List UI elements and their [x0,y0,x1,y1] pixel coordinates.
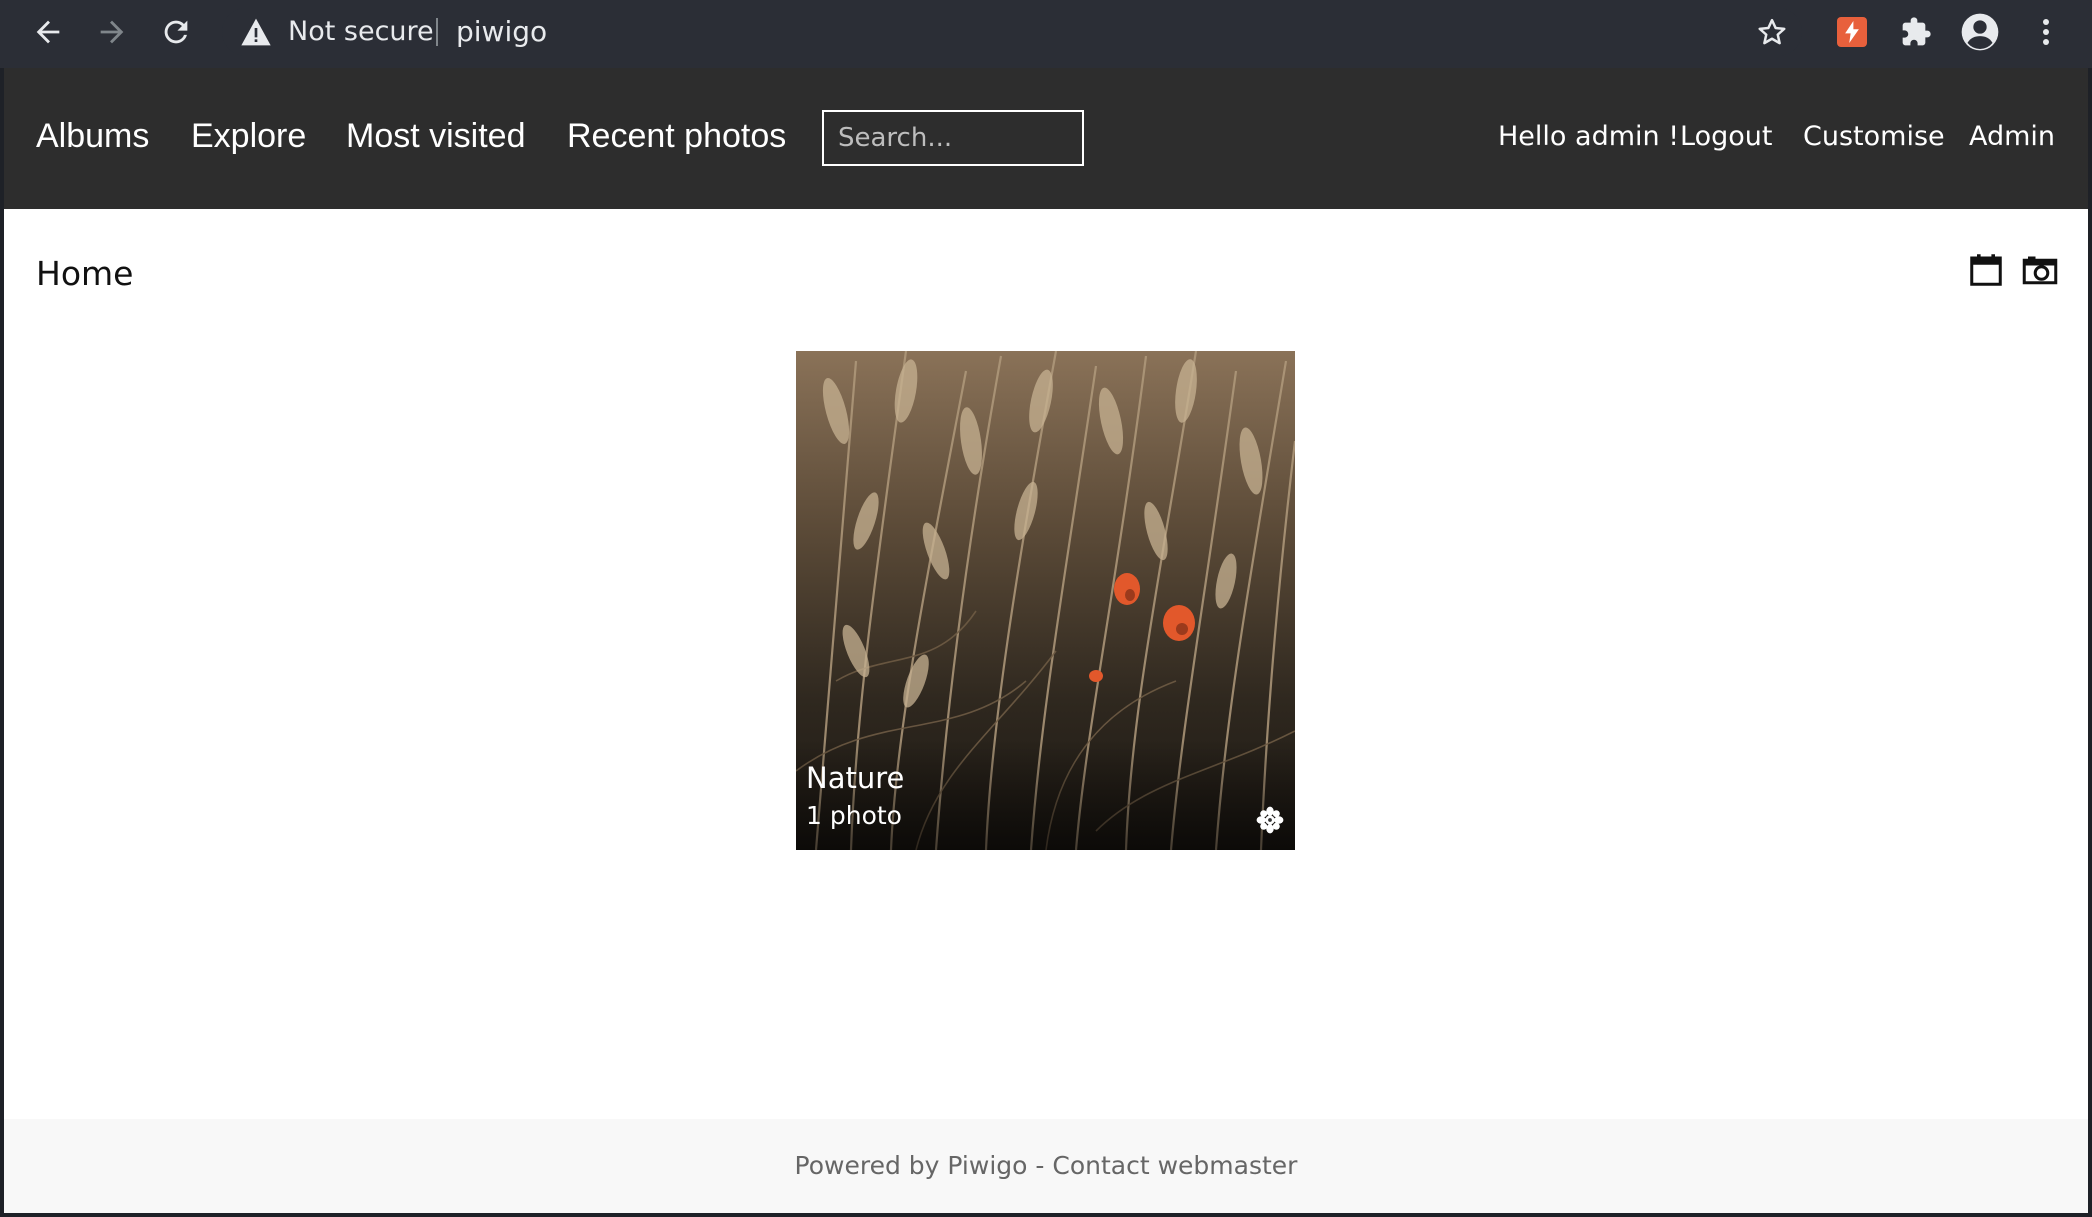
admin-link[interactable]: Admin [1969,68,2055,206]
extension-button[interactable] [1832,12,1872,52]
recent-star-icon [1256,806,1284,834]
web-page: Albums Explore Most visited Recent photo… [4,68,2088,1213]
browser-menu-button[interactable] [2026,12,2066,52]
extension-badge-icon [1837,17,1867,47]
camera-icon[interactable] [2022,252,2058,288]
warning-icon [241,18,271,46]
album-title[interactable]: Nature [806,761,904,795]
logout-link[interactable]: Logout [1680,68,1772,206]
breadcrumb-home[interactable]: Home [36,254,133,293]
album-card-nature[interactable]: Nature 1 photo [796,351,1295,850]
menu-albums[interactable]: Albums [36,68,149,204]
kebab-menu-icon [2043,19,2049,45]
footer-piwigo-link[interactable]: Piwigo [947,1151,1027,1180]
album-caption-shade [796,740,1295,850]
forward-button[interactable] [80,0,144,64]
bookmark-star-button[interactable] [1752,12,1792,52]
profile-button[interactable] [1960,12,2000,52]
browser-toolbar: Not secure piwigo [0,0,2092,68]
forward-arrow-icon [100,20,124,44]
greeting-text: Hello admin ! [1498,121,1680,152]
security-status[interactable]: Not secure [288,8,434,56]
site-header: Albums Explore Most visited Recent photo… [4,68,2088,209]
menu-most-visited[interactable]: Most visited [346,68,526,204]
reload-icon [164,20,188,44]
address-bar[interactable]: Not secure piwigo [222,8,1802,56]
extensions-menu-button[interactable] [1896,12,1936,52]
page-footer: Powered by Piwigo - Contact webmaster [4,1119,2088,1213]
contact-webmaster-link[interactable]: Contact webmaster [1052,1151,1297,1180]
reload-button[interactable] [144,0,208,64]
search-input[interactable]: Search... [822,110,1084,166]
footer-separator: - [1027,1151,1053,1180]
url-text[interactable]: piwigo [456,8,547,56]
back-button[interactable] [16,0,80,64]
album-photo-count: 1 photo [806,801,902,830]
back-arrow-icon [36,20,60,44]
menu-recent-photos[interactable]: Recent photos [567,68,786,204]
star-icon [1758,18,1786,45]
menu-explore[interactable]: Explore [191,68,306,204]
calendar-icon[interactable] [1968,252,2004,288]
customise-link[interactable]: Customise [1803,68,1945,206]
address-divider [436,18,438,46]
puzzle-icon [1902,17,1931,46]
profile-icon [1961,13,1999,51]
footer-powered-by: Powered by [794,1151,948,1180]
